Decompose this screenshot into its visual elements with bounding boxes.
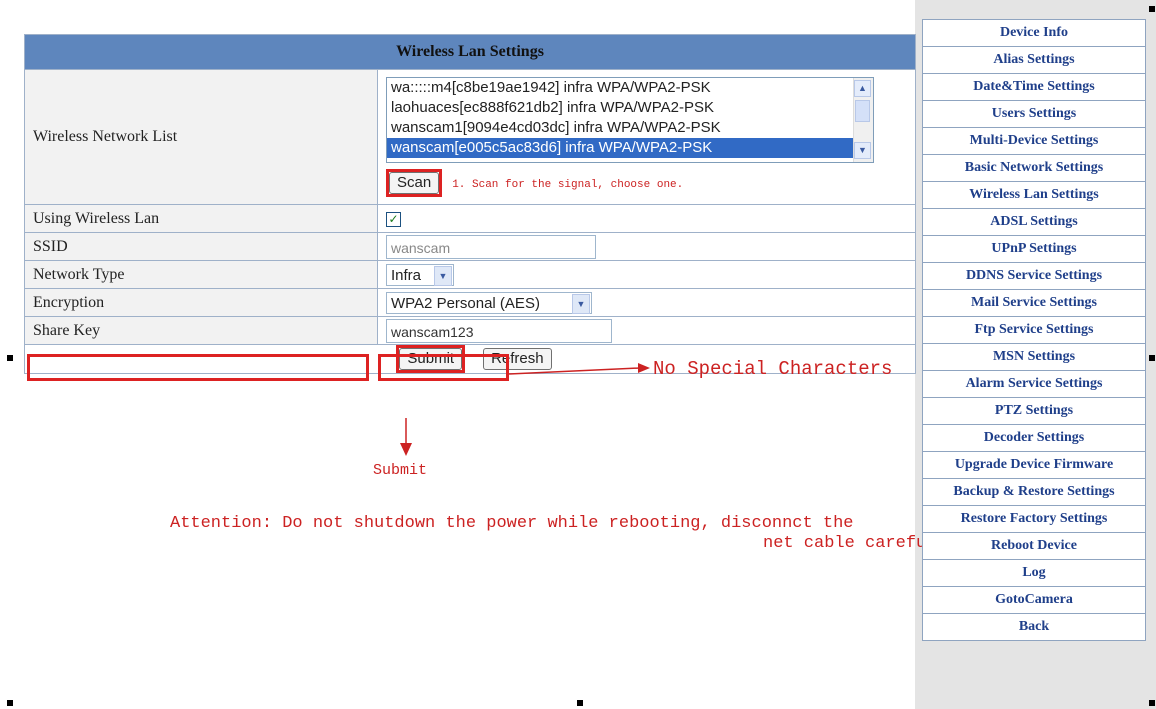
scan-highlight: Scan xyxy=(386,169,443,197)
menu-item[interactable]: Device Info xyxy=(922,19,1146,47)
network-listbox[interactable]: wa:::::m4[c8be19ae1942] infra WPA/WPA2-P… xyxy=(386,77,874,163)
chevron-down-icon[interactable]: ▼ xyxy=(572,293,590,314)
encryption-value: WPA2 Personal (AES) xyxy=(391,294,540,312)
menu-item[interactable]: Multi-Device Settings xyxy=(922,127,1146,155)
menu-item[interactable]: PTZ Settings xyxy=(922,397,1146,425)
network-list-label: Wireless Network List xyxy=(24,69,378,205)
share-key-label-highlight xyxy=(27,354,369,381)
using-wireless-checkbox[interactable]: ✓ xyxy=(386,211,401,227)
menu-item[interactable]: Wireless Lan Settings xyxy=(922,181,1146,209)
menu-item[interactable]: Alarm Service Settings xyxy=(922,370,1146,398)
no-special-annotation: No Special Characters xyxy=(653,358,893,380)
wireless-settings-table: Wireless Lan Settings Wireless Network L… xyxy=(24,34,916,374)
resize-handle xyxy=(1149,355,1155,361)
network-type-select[interactable]: Infra ▼ xyxy=(386,263,454,286)
share-key-label: Share Key xyxy=(33,321,101,339)
resize-handle xyxy=(577,700,583,706)
menu-item[interactable]: Upgrade Device Firmware xyxy=(922,451,1146,479)
share-key-input[interactable]: wanscam123 xyxy=(386,318,612,343)
list-item[interactable]: wa:::::m4[c8be19ae1942] infra WPA/WPA2-P… xyxy=(387,78,873,98)
resize-handle xyxy=(7,355,13,361)
menu-item[interactable]: Backup & Restore Settings xyxy=(922,478,1146,506)
scan-row: Scan 1. Scan for the signal, choose one. xyxy=(386,169,915,197)
scroll-thumb[interactable] xyxy=(855,100,870,122)
menu-item[interactable]: UPnP Settings xyxy=(922,235,1146,263)
using-wireless-label: Using Wireless Lan xyxy=(24,204,378,233)
resize-handle xyxy=(1149,6,1155,12)
menu-item[interactable]: Restore Factory Settings xyxy=(922,505,1146,533)
scroll-up-icon[interactable]: ▲ xyxy=(854,80,871,97)
ssid-label: SSID xyxy=(24,232,378,261)
attention-line-1: Attention: Do not shutdown the power whi… xyxy=(170,514,854,533)
menu-item[interactable]: Back xyxy=(922,613,1146,641)
list-item-selected[interactable]: wanscam[e005c5ac83d6] infra WPA/WPA2-PSK xyxy=(387,138,873,158)
arrow-head xyxy=(400,443,412,456)
scroll-down-icon[interactable]: ▼ xyxy=(854,142,871,159)
resize-handle xyxy=(7,700,13,706)
menu-item[interactable]: DDNS Service Settings xyxy=(922,262,1146,290)
listbox-scrollbar[interactable]: ▲ ▼ xyxy=(853,78,873,162)
menu-item[interactable]: Users Settings xyxy=(922,100,1146,128)
submit-annotation: Submit xyxy=(373,462,428,479)
menu-item[interactable]: MSN Settings xyxy=(922,343,1146,371)
menu-item[interactable]: Basic Network Settings xyxy=(922,154,1146,182)
chevron-down-icon[interactable]: ▼ xyxy=(434,265,452,286)
share-key-label-cell: Share Key xyxy=(24,316,378,345)
scan-hint: 1. Scan for the signal, choose one. xyxy=(452,179,684,191)
section-title: Wireless Lan Settings xyxy=(24,34,916,70)
menu-item[interactable]: Alias Settings xyxy=(922,46,1146,74)
share-key-input-highlight xyxy=(378,354,509,381)
menu-item[interactable]: Ftp Service Settings xyxy=(922,316,1146,344)
network-type-value: Infra xyxy=(391,266,422,284)
menu-item[interactable]: Decoder Settings xyxy=(922,424,1146,452)
menu-item[interactable]: Reboot Device xyxy=(922,532,1146,560)
menu-item[interactable]: Log xyxy=(922,559,1146,587)
menu-item[interactable]: GotoCamera xyxy=(922,586,1146,614)
list-item[interactable]: wanscam1[9094e4cd03dc] infra WPA/WPA2-PS… xyxy=(387,118,873,138)
settings-menu: Device Info Alias Settings Date&Time Setti… xyxy=(922,19,1146,641)
ssid-input[interactable]: wanscam xyxy=(386,234,596,259)
encryption-label: Encryption xyxy=(24,288,378,317)
menu-item[interactable]: Mail Service Settings xyxy=(922,289,1146,317)
menu-item[interactable]: Date&Time Settings xyxy=(922,73,1146,101)
encryption-select[interactable]: WPA2 Personal (AES) ▼ xyxy=(386,291,592,314)
menu-item[interactable]: ADSL Settings xyxy=(922,208,1146,236)
network-list-cell: wa:::::m4[c8be19ae1942] infra WPA/WPA2-P… xyxy=(377,69,916,205)
network-type-label: Network Type xyxy=(24,260,378,289)
scan-button[interactable]: Scan xyxy=(389,172,440,194)
resize-handle xyxy=(1149,700,1155,706)
list-item[interactable]: laohuaces[ec888f621db2] infra WPA/WPA2-P… xyxy=(387,98,873,118)
